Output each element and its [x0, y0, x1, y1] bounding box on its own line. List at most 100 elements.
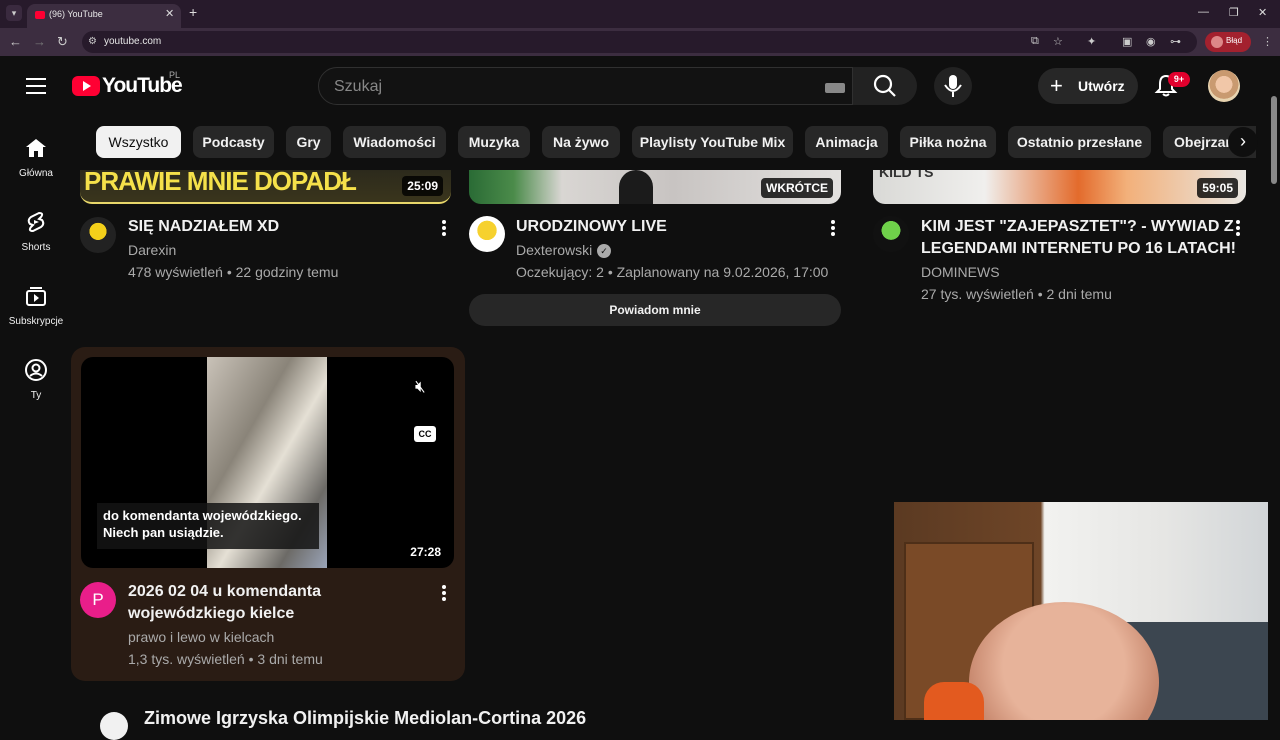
extensions-icon[interactable]: ✦ — [1087, 35, 1096, 48]
chip-all[interactable]: Wszystko — [96, 126, 181, 158]
webcam-overlay — [894, 502, 1280, 720]
video-title-line-1[interactable]: KIM JEST "ZAJEPASZTET"? - WYWIAD Z — [921, 216, 1234, 238]
video-thumbnail[interactable]: KILD TS 59:05 — [873, 170, 1246, 204]
channel-avatar[interactable]: P — [80, 582, 116, 618]
scrollbar-thumb[interactable] — [1271, 96, 1277, 184]
minimize-button[interactable]: — — [1198, 6, 1209, 18]
channel-avatar[interactable] — [469, 216, 505, 252]
chip-football[interactable]: Piłka nożna — [900, 126, 996, 158]
reload-button[interactable]: ↻ — [57, 34, 68, 50]
microphone-icon — [944, 75, 962, 97]
video-duration: 59:05 — [1197, 178, 1238, 198]
upcoming-badge: WKRÓTCE — [761, 178, 833, 198]
home-icon — [26, 139, 46, 157]
you-icon — [25, 359, 47, 381]
notify-me-button[interactable]: Powiadom mnie — [469, 294, 841, 326]
chip-youtube-mix[interactable]: Playlisty YouTube Mix — [632, 126, 793, 158]
thumbnail-text: KILD TS — [879, 170, 934, 180]
inline-preview-player[interactable]: do komendanta wojewódzkiego. Niech pan u… — [81, 357, 454, 568]
url-bar[interactable]: ⚙ youtube.com — [82, 31, 1197, 53]
sidebar-item-label: Shorts — [21, 242, 51, 253]
sidebar-item-home[interactable]: Główna — [0, 118, 72, 192]
channel-name[interactable]: prawo i lewo w kielcach — [128, 626, 274, 648]
create-label: Utwórz — [1078, 78, 1125, 94]
video-title-line-2[interactable]: wojewódzkiego kielce — [128, 603, 294, 625]
browser-tab[interactable]: (96) YouTube ✕ — [27, 4, 181, 28]
account-avatar[interactable] — [1208, 70, 1240, 102]
chips-next-chevron-icon[interactable]: › — [1228, 127, 1258, 157]
more-options-icon[interactable] — [439, 584, 449, 604]
sidebar-item-shorts[interactable]: Shorts — [0, 192, 72, 266]
chip-games[interactable]: Gry — [286, 126, 331, 158]
video-title-line-2[interactable]: LEGENDAMI INTERNETU PO 16 LATACH! — [921, 238, 1236, 260]
more-options-icon[interactable] — [439, 219, 449, 239]
sidebar-item-label: Subskrypcje — [8, 316, 64, 327]
guide-menu-icon[interactable] — [26, 78, 46, 94]
tab-search-button[interactable]: ▾ — [6, 5, 22, 21]
video-meta: 27 tys. wyświetleń • 2 dni temu — [921, 286, 1112, 302]
browser-tab-bar: ▾ (96) YouTube ✕ + — ❐ ✕ — [0, 0, 1280, 28]
keyboard-icon[interactable] — [825, 83, 845, 93]
maximize-button[interactable]: ❐ — [1229, 6, 1239, 19]
voice-search-button[interactable] — [934, 67, 972, 105]
shorts-icon — [27, 211, 45, 233]
search-input[interactable]: Szukaj — [318, 67, 853, 105]
video-title[interactable]: SIĘ NADZIAŁEM XD — [128, 216, 279, 238]
closed-captions-button[interactable]: CC — [414, 426, 436, 442]
video-title-line-1[interactable]: 2026 02 04 u komendanta — [128, 581, 321, 603]
mini-guide-sidebar: Główna Shorts Subskrypcje Ty — [0, 116, 72, 720]
video-meta: 1,3 tys. wyświetleń • 3 dni temu — [128, 651, 323, 667]
trash-extension-icon[interactable]: ▣ — [1122, 35, 1132, 48]
chip-recently-uploaded[interactable]: Ostatnio przesłane — [1008, 126, 1151, 158]
page-scrollbar[interactable] — [1268, 56, 1280, 720]
sidebar-item-label: Główna — [19, 168, 53, 179]
chip-live[interactable]: Na żywo — [542, 126, 620, 158]
channel-name[interactable]: Dexterowski — [516, 239, 592, 261]
site-info-icon[interactable]: ⚙ — [88, 36, 97, 47]
channel-avatar[interactable] — [873, 216, 909, 252]
install-app-icon[interactable]: ⧉ — [1031, 35, 1039, 48]
profile-error-button[interactable]: Błąd — [1205, 32, 1251, 52]
profile-error-label: Błąd — [1226, 36, 1243, 45]
caption-line-2: Niech pan usiądzie. — [103, 525, 224, 540]
new-tab-button[interactable]: + — [189, 4, 197, 20]
search-button[interactable] — [853, 67, 917, 105]
video-meta: 478 wyświetleń • 22 godziny temu — [128, 264, 339, 280]
youtube-logo-icon[interactable] — [72, 76, 100, 96]
tab-title: (96) YouTube — [49, 9, 103, 19]
sidebar-item-subscriptions[interactable]: Subskrypcje — [0, 266, 72, 340]
close-window-button[interactable]: ✕ — [1258, 6, 1267, 19]
subscriptions-icon — [26, 287, 46, 306]
password-extension-icon[interactable]: ⊶ — [1170, 35, 1181, 48]
person-shoulder — [924, 682, 984, 720]
channel-avatar[interactable] — [80, 217, 116, 253]
video-meta: Oczekujący: 2 • Zaplanowany na 9.02.2026… — [516, 264, 829, 280]
video-thumbnail[interactable]: WKRÓTCE — [469, 170, 841, 204]
location-extension-icon[interactable]: ◉ — [1146, 35, 1156, 48]
sidebar-item-label: Ty — [30, 390, 42, 401]
chip-animation[interactable]: Animacja — [805, 126, 888, 158]
chip-podcasts[interactable]: Podcasty — [193, 126, 274, 158]
more-options-icon[interactable] — [1233, 219, 1243, 239]
bookmark-star-icon[interactable]: ☆ — [1053, 35, 1063, 48]
sidebar-item-you[interactable]: Ty — [0, 340, 72, 414]
more-options-icon[interactable] — [828, 219, 838, 239]
country-code: PL — [169, 70, 181, 80]
back-button[interactable]: ← — [9, 34, 22, 49]
forward-button[interactable]: → — [33, 34, 46, 49]
video-duration: 27:28 — [410, 545, 441, 559]
chip-music[interactable]: Muzyka — [458, 126, 530, 158]
video-title[interactable]: URODZINOWY LIVE — [516, 216, 667, 238]
channel-name[interactable]: DOMINEWS — [921, 261, 1000, 283]
chip-news[interactable]: Wiadomości — [343, 126, 446, 158]
channel-name[interactable]: Darexin — [128, 239, 176, 261]
search-placeholder: Szukaj — [334, 78, 383, 95]
create-button[interactable]: + Utwórz — [1038, 68, 1138, 104]
section-icon — [100, 712, 128, 740]
browser-menu-icon[interactable]: ⋮ — [1262, 35, 1273, 48]
tab-close-icon[interactable]: ✕ — [165, 7, 174, 20]
thumbnail-text: PRAWIE MNIE DOPADŁ — [84, 170, 357, 196]
muted-speaker-icon[interactable]: 🔇︎ — [415, 377, 426, 397]
video-thumbnail[interactable]: PRAWIE MNIE DOPADŁ 25:09 — [80, 170, 451, 204]
address-toolbar: ← → ↻ ⚙ youtube.com ⧉ ☆ ✦ ▣ ◉ ⊶ Błąd ⋮ — [0, 28, 1280, 56]
